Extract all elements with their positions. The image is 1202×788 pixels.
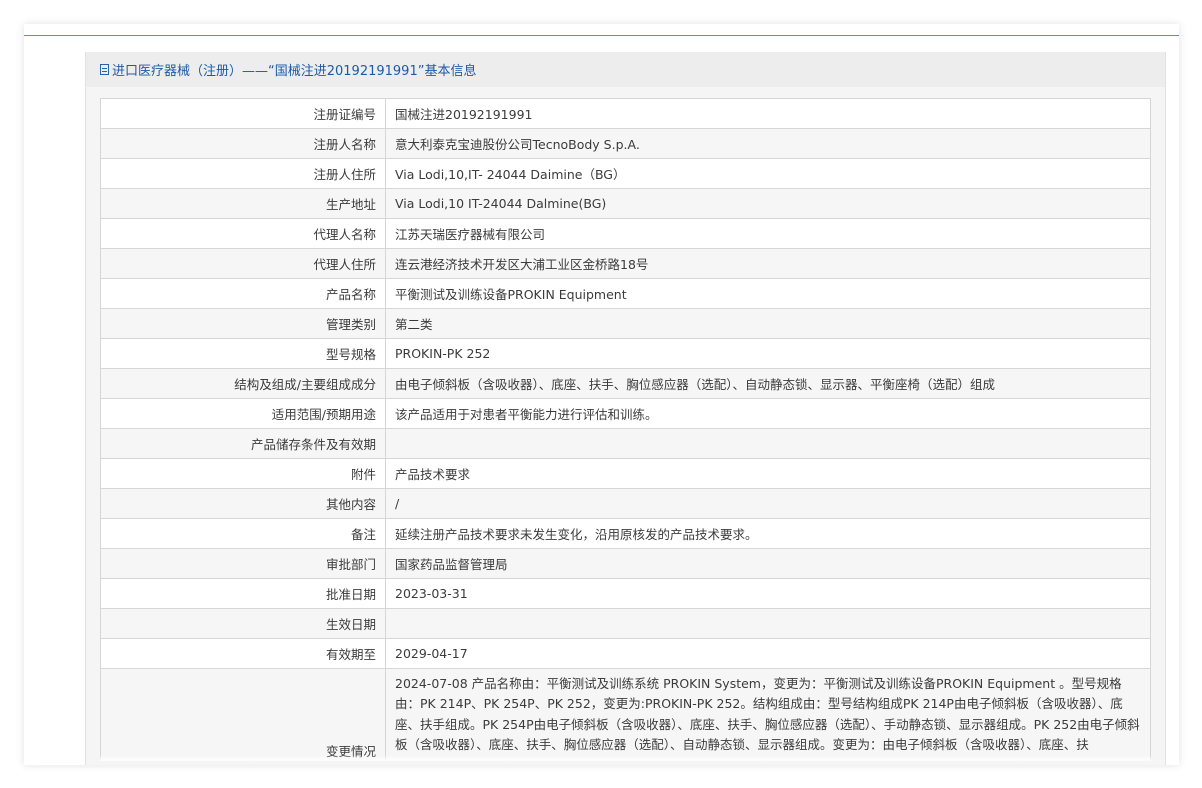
page-shell: 进口医疗器械（注册）——“国械注进20192191991”基本信息 注册证编号国…: [24, 24, 1179, 765]
row-label: 代理人住所: [100, 248, 386, 279]
table-row: 生产地址 Via Lodi,10 IT-24044 Dalmine(BG): [100, 188, 1151, 219]
row-value: 延续注册产品技术要求未发生变化，沿用原核发的产品技术要求。: [385, 518, 1151, 549]
row-label: 变更情况: [100, 668, 386, 761]
table-row: 结构及组成/主要组成成分 由电子倾斜板（含吸收器）、底座、扶手、胸位感应器（选配）…: [100, 368, 1151, 399]
row-value: 2024-07-08 产品名称由：平衡测试及训练系统 PROKIN System…: [385, 668, 1151, 761]
row-label: 注册人名称: [100, 128, 386, 159]
row-value: Via Lodi,10 IT-24044 Dalmine(BG): [385, 188, 1151, 219]
row-label: 生效日期: [100, 608, 386, 639]
row-value: 意大利泰克宝迪股份公司TecnoBody S.p.A.: [385, 128, 1151, 159]
table-row: 型号规格 PROKIN-PK 252: [100, 338, 1151, 369]
row-label: 注册人住所: [100, 158, 386, 189]
table-row: 适用范围/预期用途 该产品适用于对患者平衡能力进行评估和训练。: [100, 398, 1151, 429]
row-label: 附件: [100, 458, 386, 489]
table-row: 代理人名称 江苏天瑞医疗器械有限公司: [100, 218, 1151, 249]
row-label: 代理人名称: [100, 218, 386, 249]
detail-table-wrap: 注册证编号 国械注进20192191991 注册人名称 意大利泰克宝迪股份公司Tecn…: [100, 98, 1151, 761]
info-panel: 进口医疗器械（注册）——“国械注进20192191991”基本信息 注册证编号国…: [85, 52, 1166, 765]
row-value: 江苏天瑞医疗器械有限公司: [385, 218, 1151, 249]
row-label: 批准日期: [100, 578, 386, 609]
table-row: 其他内容 /: [100, 488, 1151, 519]
row-value: 2029-04-17: [385, 638, 1151, 669]
table-fade: [100, 755, 1151, 761]
row-label: 型号规格: [100, 338, 386, 369]
row-value: 连云港经济技术开发区大浦工业区金桥路18号: [385, 248, 1151, 279]
row-label: 结构及组成/主要组成成分: [100, 368, 386, 399]
row-label: 审批部门: [100, 548, 386, 579]
table-row: 注册人名称 意大利泰克宝迪股份公司TecnoBody S.p.A.: [100, 128, 1151, 159]
table-row: 代理人住所 连云港经济技术开发区大浦工业区金桥路18号: [100, 248, 1151, 279]
table-row: 审批部门 国家药品监督管理局: [100, 548, 1151, 579]
row-label: 适用范围/预期用途: [100, 398, 386, 429]
row-value: 平衡测试及训练设备PROKIN Equipment: [385, 278, 1151, 309]
row-value: 国家药品监督管理局: [385, 548, 1151, 579]
table-row: 注册证编号 国械注进20192191991: [100, 98, 1151, 129]
panel-title: 进口医疗器械（注册）——“国械注进20192191991”基本信息: [112, 64, 477, 79]
row-value: /: [385, 488, 1151, 519]
row-value: [385, 428, 1151, 459]
row-label: 备注: [100, 518, 386, 549]
table-row: 生效日期: [100, 608, 1151, 639]
row-value: 第二类: [385, 308, 1151, 339]
row-value: PROKIN-PK 252: [385, 338, 1151, 369]
table-row: 附件 产品技术要求: [100, 458, 1151, 489]
row-label: 注册证编号: [100, 98, 386, 129]
row-label: 生产地址: [100, 188, 386, 219]
row-label: 有效期至: [100, 638, 386, 669]
row-label: 产品储存条件及有效期: [100, 428, 386, 459]
table-row: 管理类别 第二类: [100, 308, 1151, 339]
table-row: 注册人住所 Via Lodi,10,IT- 24044 Daimine（BG）: [100, 158, 1151, 189]
row-value: 国械注进20192191991: [385, 98, 1151, 129]
panel-header: 进口医疗器械（注册）——“国械注进20192191991”基本信息: [86, 52, 1165, 87]
row-value: 2023-03-31: [385, 578, 1151, 609]
table-row: 产品储存条件及有效期: [100, 428, 1151, 459]
row-label: 产品名称: [100, 278, 386, 309]
row-value: 由电子倾斜板（含吸收器）、底座、扶手、胸位感应器（选配）、自动静态锁、显示器、平…: [385, 368, 1151, 399]
table-row-change: 变更情况 2024-07-08 产品名称由：平衡测试及训练系统 PROKIN Sy…: [100, 668, 1151, 761]
detail-table: 注册证编号 国械注进20192191991 注册人名称 意大利泰克宝迪股份公司Tecn…: [100, 98, 1151, 761]
document-icon: [100, 64, 109, 75]
row-label: 管理类别: [100, 308, 386, 339]
row-value: Via Lodi,10,IT- 24044 Daimine（BG）: [385, 158, 1151, 189]
row-value: [385, 608, 1151, 639]
row-label: 其他内容: [100, 488, 386, 519]
table-row: 备注 延续注册产品技术要求未发生变化，沿用原核发的产品技术要求。: [100, 518, 1151, 549]
row-value: 该产品适用于对患者平衡能力进行评估和训练。: [385, 398, 1151, 429]
table-row: 批准日期 2023-03-31: [100, 578, 1151, 609]
table-row: 产品名称 平衡测试及训练设备PROKIN Equipment: [100, 278, 1151, 309]
table-row: 有效期至 2029-04-17: [100, 638, 1151, 669]
row-value: 产品技术要求: [385, 458, 1151, 489]
top-divider: [24, 35, 1179, 36]
